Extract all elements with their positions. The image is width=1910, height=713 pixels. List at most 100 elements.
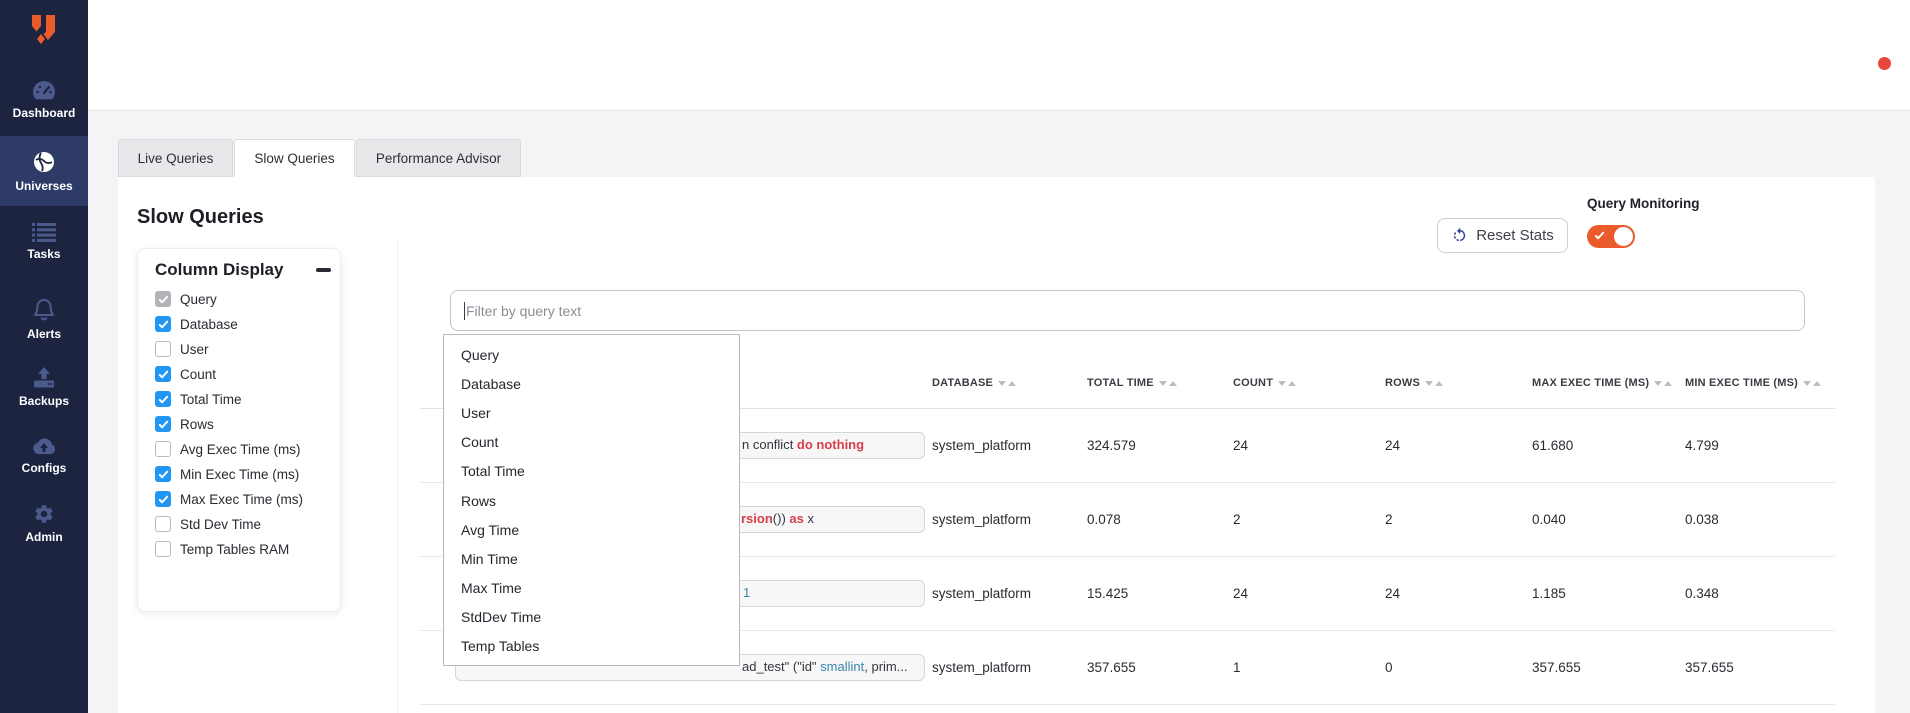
dropdown-item-database[interactable]: Database [444, 369, 739, 398]
min-exec-time-cell: 357.655 [1685, 660, 1835, 675]
column-header-total-time[interactable]: TOTAL TIME [1087, 377, 1233, 389]
column-option-label: Min Exec Time (ms) [180, 467, 299, 482]
dropdown-item-count[interactable]: Count [444, 428, 739, 457]
cloud-upload-icon [31, 436, 57, 456]
sidebar-item-universes[interactable]: Universes [0, 136, 88, 206]
database-cell: system_platform [932, 512, 1087, 527]
query-text: ad_test" ("id" smallint, prim... [742, 659, 908, 674]
checkbox-checked[interactable] [155, 466, 171, 482]
max-exec-time-cell: 357.655 [1532, 660, 1685, 675]
sort-arrows-icon[interactable] [1803, 381, 1821, 386]
subtab-slow-queries[interactable]: Slow Queries [234, 139, 355, 177]
checkbox-checked[interactable] [155, 366, 171, 382]
dropdown-item-min-time[interactable]: Min Time [444, 544, 739, 573]
column-option-label: Rows [180, 417, 214, 432]
subtab-live-queries[interactable]: Live Queries [118, 139, 233, 177]
column-header-database[interactable]: DATABASE [932, 377, 1087, 389]
sidebar-item-label: Admin [25, 530, 62, 544]
column-option-max-exec-time-ms-[interactable]: Max Exec Time (ms) [155, 490, 335, 508]
checkbox-unchecked[interactable] [155, 541, 171, 557]
text-cursor [464, 302, 465, 320]
column-option-total-time[interactable]: Total Time [155, 390, 335, 408]
yugabyte-logo[interactable] [0, 6, 88, 54]
sidebar-item-tasks[interactable]: Tasks [0, 206, 88, 276]
column-option-temp-tables-ram[interactable]: Temp Tables RAM [155, 540, 335, 558]
dropdown-item-total-time[interactable]: Total Time [444, 457, 739, 486]
column-header-label: MIN EXEC TIME (MS) [1685, 377, 1798, 389]
column-header-max-exec-time-ms-[interactable]: MAX EXEC TIME (MS) [1532, 377, 1685, 389]
sidebar-item-label: Dashboard [13, 106, 76, 120]
column-header-label: DATABASE [932, 377, 993, 389]
count-cell: 2 [1233, 512, 1385, 527]
checkbox-unchecked[interactable] [155, 516, 171, 532]
sort-arrows-icon[interactable] [1654, 381, 1672, 386]
checkbox-checked[interactable] [155, 416, 171, 432]
dropdown-item-stddev-time[interactable]: StdDev Time [444, 603, 739, 632]
column-option-std-dev-time[interactable]: Std Dev Time [155, 515, 335, 533]
column-option-count[interactable]: Count [155, 365, 335, 383]
checkbox-checked[interactable] [155, 491, 171, 507]
sort-arrows-icon[interactable] [1278, 381, 1296, 386]
count-cell: 1 [1233, 660, 1385, 675]
query-monitoring-toggle[interactable] [1587, 225, 1635, 248]
notification-dot [1878, 57, 1891, 70]
checkbox-checked[interactable] [155, 291, 171, 307]
column-option-user[interactable]: User [155, 340, 335, 358]
subtab-performance-advisor[interactable]: Performance Advisor [356, 139, 521, 177]
reset-stats-button[interactable]: Reset Stats [1437, 218, 1568, 253]
column-option-avg-exec-time-ms-[interactable]: Avg Exec Time (ms) [155, 440, 335, 458]
page-right-margin [1875, 110, 1910, 713]
column-option-query[interactable]: Query [155, 290, 335, 308]
database-cell: system_platform [932, 438, 1087, 453]
sort-arrows-icon[interactable] [1425, 381, 1443, 386]
column-header-min-exec-time-ms-[interactable]: MIN EXEC TIME (MS) [1685, 377, 1835, 389]
sort-arrows-icon[interactable] [998, 381, 1016, 386]
dropdown-item-avg-time[interactable]: Avg Time [444, 515, 739, 544]
sidebar-item-configs[interactable]: Configs [0, 420, 88, 490]
column-header-count[interactable]: COUNT [1233, 377, 1385, 389]
sidebar-item-backups[interactable]: Backups [0, 352, 88, 422]
column-option-label: Max Exec Time (ms) [180, 492, 303, 507]
bell-icon [33, 298, 55, 322]
column-option-min-exec-time-ms-[interactable]: Min Exec Time (ms) [155, 465, 335, 483]
query-monitoring-label: Query Monitoring [1587, 196, 1700, 211]
min-exec-time-cell: 4.799 [1685, 438, 1835, 453]
total-time-cell: 357.655 [1087, 660, 1233, 675]
max-exec-time-cell: 61.680 [1532, 438, 1685, 453]
dropdown-item-user[interactable]: User [444, 398, 739, 427]
sidebar-item-admin[interactable]: Admin [0, 488, 88, 558]
dropdown-item-rows[interactable]: Rows [444, 486, 739, 515]
sidebar-item-dashboard[interactable]: Dashboard [0, 64, 88, 134]
query-filter-input[interactable]: Filter by query text [450, 290, 1805, 331]
content-divider [397, 240, 398, 713]
rows-cell: 2 [1385, 512, 1532, 527]
count-cell: 24 [1233, 438, 1385, 453]
sidebar-item-label: Backups [19, 394, 69, 408]
column-filter-dropdown: QueryDatabaseUserCountTotal TimeRowsAvg … [443, 334, 740, 666]
checkbox-unchecked[interactable] [155, 441, 171, 457]
column-option-label: Count [180, 367, 216, 382]
sort-arrows-icon[interactable] [1159, 381, 1177, 386]
column-header-label: ROWS [1385, 377, 1420, 389]
collapse-minus-icon[interactable] [316, 268, 331, 272]
dropdown-item-max-time[interactable]: Max Time [444, 574, 739, 603]
panel-heading: Slow Queries [137, 206, 264, 229]
column-header-label: TOTAL TIME [1087, 377, 1154, 389]
count-cell: 24 [1233, 586, 1385, 601]
column-header-label: COUNT [1233, 377, 1273, 389]
column-header-rows[interactable]: ROWS [1385, 377, 1532, 389]
column-option-database[interactable]: Database [155, 315, 335, 333]
dropdown-item-query[interactable]: Query [444, 340, 739, 369]
top-bar [88, 0, 1910, 111]
dropdown-item-temp-tables[interactable]: Temp Tables [444, 632, 739, 661]
column-option-label: Temp Tables RAM [180, 542, 289, 557]
checkbox-unchecked[interactable] [155, 341, 171, 357]
query-text: n conflict do nothing [742, 437, 864, 452]
column-option-rows[interactable]: Rows [155, 415, 335, 433]
toggle-check-icon [1594, 230, 1605, 241]
checkbox-checked[interactable] [155, 391, 171, 407]
toggle-knob [1614, 227, 1633, 246]
checkbox-checked[interactable] [155, 316, 171, 332]
query-subtabs: Live QueriesSlow QueriesPerformance Advi… [118, 139, 522, 177]
sidebar-item-alerts[interactable]: Alerts [0, 284, 88, 354]
